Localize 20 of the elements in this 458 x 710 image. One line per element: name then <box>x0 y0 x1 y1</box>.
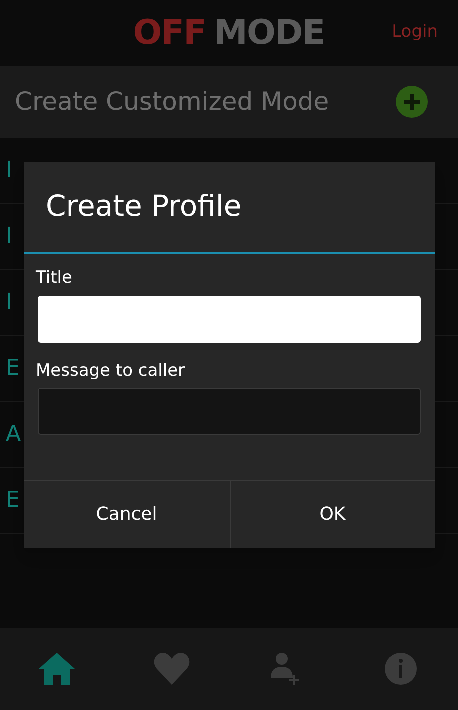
dialog-title: Create Profile <box>46 188 242 226</box>
list-item-label: A <box>6 421 22 449</box>
info-icon[interactable] <box>384 652 418 686</box>
input-field[interactable] <box>38 388 421 435</box>
dialog-button[interactable]: Cancel <box>24 481 230 548</box>
list-item-label: E <box>6 355 20 383</box>
logo-text: OFF <box>133 12 206 54</box>
field-label: Message to caller <box>36 360 186 382</box>
list-item-label: E <box>6 487 20 515</box>
home-icon[interactable] <box>38 652 76 686</box>
field-label: Title <box>36 267 74 290</box>
add-icon[interactable] <box>396 86 428 118</box>
logo-text: MODE <box>214 12 325 54</box>
list-item-label: I <box>6 157 12 185</box>
input-field[interactable] <box>38 296 421 342</box>
heart-icon[interactable] <box>154 653 190 685</box>
dialog-button[interactable]: OK <box>230 481 435 548</box>
toolbar-title: Create Customized Mode <box>15 86 330 118</box>
list-item-label: I <box>6 289 12 317</box>
list-item-label: I <box>6 223 12 251</box>
